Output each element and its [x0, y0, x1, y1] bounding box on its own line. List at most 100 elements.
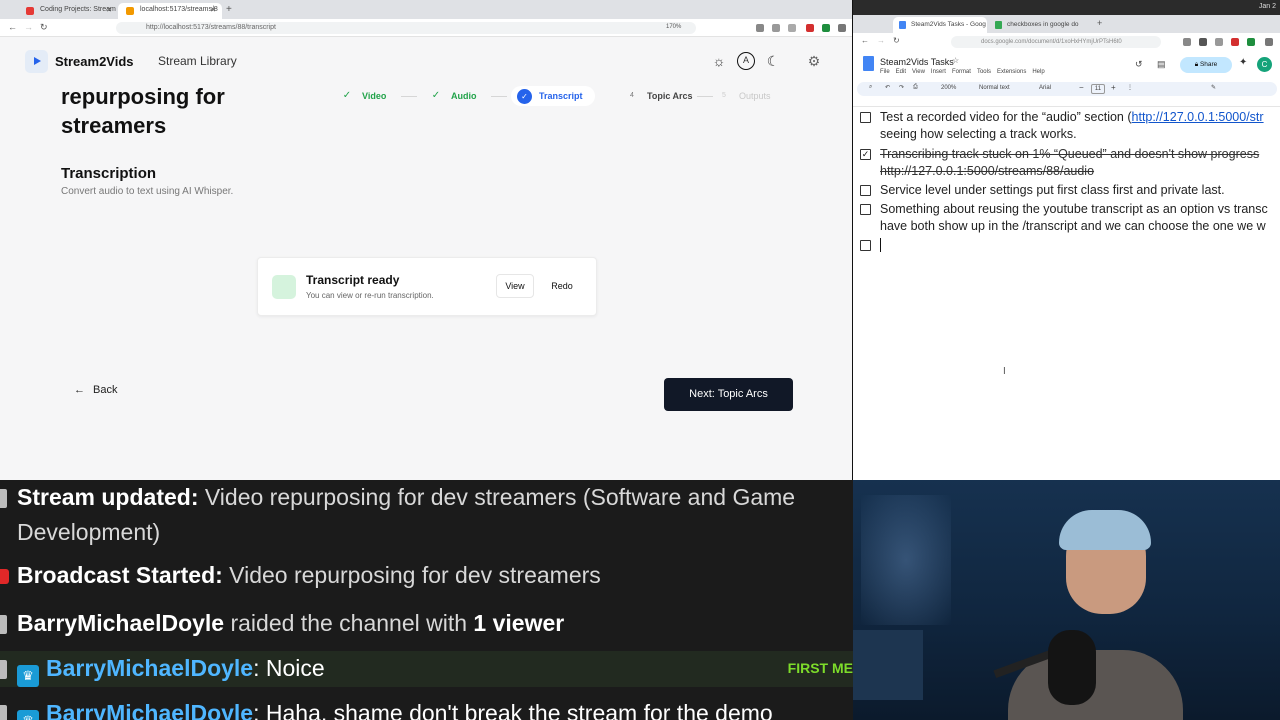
document-title[interactable]: Steam2Vids Tasks — [880, 57, 954, 67]
increase-size-icon[interactable]: + — [1111, 83, 1116, 92]
light-theme-icon[interactable]: ☼ — [710, 52, 728, 70]
back-label: Back — [93, 384, 118, 396]
twitch-icon — [0, 615, 7, 634]
item-link[interactable]: http://127.0.0.1:5000/str — [1132, 110, 1264, 124]
forward-arrow-icon[interactable]: → — [24, 22, 33, 32]
gemini-icon[interactable]: ✦ — [1239, 57, 1247, 68]
menu-file[interactable]: File — [880, 69, 890, 75]
url-field[interactable]: docs.google.com/document/d/1xoHxHYmjUrPT… — [951, 36, 1161, 48]
view-button[interactable]: View — [496, 274, 534, 298]
url-field[interactable]: http://localhost:5173/streams/88/transcr… — [116, 22, 696, 34]
brand-name[interactable]: Stream2Vids — [55, 54, 134, 69]
tab-search[interactable]: checkboxes in google do — [989, 17, 1087, 33]
chat-text: Development) — [17, 519, 161, 545]
step-transcript[interactable]: ✓ Transcript — [511, 86, 595, 106]
search-icon[interactable]: ⌕ — [869, 84, 872, 91]
docs-logo-icon[interactable] — [863, 56, 874, 71]
left-tab-strip: Coding Projects: Stream ✕ localhost:5173… — [0, 0, 852, 19]
redo-icon[interactable]: ↷ — [899, 84, 904, 91]
print-icon[interactable]: ⎙ — [913, 84, 918, 91]
webcam-feed — [853, 480, 1280, 720]
crown-badge-icon: ♛ — [17, 710, 39, 720]
item-text: seeing how selecting a track works. — [880, 127, 1077, 141]
extension-icon[interactable] — [1215, 38, 1223, 46]
avatar[interactable]: C — [1257, 57, 1272, 72]
checkbox[interactable] — [860, 240, 871, 251]
decrease-size-icon[interactable]: − — [1079, 83, 1084, 92]
font-size-input[interactable]: 11 — [1091, 84, 1105, 94]
comment-icon[interactable]: ▤ — [1157, 59, 1166, 70]
checkbox-checked[interactable]: ✓ — [860, 149, 871, 160]
item-text: Transcribing track stuck on 1% “Queued” … — [880, 147, 1260, 161]
extension-icon[interactable] — [788, 24, 796, 32]
download-icon[interactable] — [1183, 38, 1191, 46]
new-tab-icon[interactable]: + — [1097, 18, 1102, 28]
close-tab-icon[interactable]: ✕ — [210, 6, 216, 14]
item-text: Something about reusing the youtube tran… — [880, 202, 1268, 216]
extension-icon[interactable] — [822, 24, 830, 32]
tab-localhost[interactable]: localhost:5173/streams/8 ✕ — [118, 3, 222, 19]
undo-icon[interactable]: ↶ — [885, 84, 890, 91]
gear-icon[interactable]: ⚙ — [805, 52, 823, 70]
menu-icon[interactable] — [1265, 38, 1273, 46]
extension-icon[interactable] — [1247, 38, 1255, 46]
star-icon[interactable]: ☆ — [952, 56, 959, 65]
font-select[interactable]: Arial — [1039, 85, 1051, 91]
page-title-line: streamers — [61, 113, 167, 138]
checkbox[interactable] — [860, 112, 871, 123]
chat-username: BarryMichaelDoyle — [17, 610, 225, 636]
close-tab-icon[interactable]: ✕ — [106, 6, 112, 14]
checkbox[interactable] — [860, 204, 871, 215]
document-body[interactable]: Test a recorded video for the “audio” se… — [853, 108, 1280, 480]
tab-title: Steam2Vids Tasks - Goog — [911, 21, 986, 28]
twitch-icon — [0, 489, 7, 508]
step-number: 5 — [722, 92, 726, 99]
style-select[interactable]: Normal text — [979, 85, 1010, 91]
check-circle-icon: ✓ — [517, 89, 532, 104]
menu-insert[interactable]: Insert — [931, 69, 946, 75]
menu-icon[interactable] — [838, 24, 846, 32]
first-message-badge: FIRST ME — [787, 660, 853, 676]
auto-theme-icon[interactable]: A — [737, 52, 755, 70]
stream-library-link[interactable]: Stream Library — [158, 54, 237, 68]
history-icon[interactable]: ↺ — [1135, 59, 1143, 70]
zoom-level[interactable]: 170% — [666, 24, 681, 30]
share-button[interactable]: 🔒︎ Share — [1180, 57, 1232, 73]
extension-icon[interactable] — [806, 24, 814, 32]
menu-view[interactable]: View — [912, 69, 925, 75]
redo-button[interactable]: Redo — [544, 274, 580, 298]
new-tab-icon[interactable]: + — [226, 4, 232, 15]
step-audio[interactable]: ✓ Audio — [429, 86, 489, 106]
item-text: Service level under settings put first c… — [880, 183, 1225, 197]
dark-theme-icon[interactable]: ☾ — [764, 52, 782, 70]
menu-help[interactable]: Help — [1032, 69, 1044, 75]
back-arrow-icon[interactable]: ← — [8, 22, 17, 32]
reload-icon[interactable]: ↻ — [40, 22, 48, 33]
extension-icon[interactable] — [772, 24, 780, 32]
url-text: http://localhost:5173/streams/88/transcr… — [146, 24, 276, 31]
zoom-select[interactable]: 200% — [941, 85, 956, 91]
forward-arrow-icon[interactable]: → — [877, 36, 885, 45]
menu-edit[interactable]: Edit — [896, 69, 906, 75]
chat-line: Broadcast Started: Video repurposing for… — [0, 558, 853, 593]
next-topic-arcs-button[interactable]: Next: Topic Arcs — [664, 378, 793, 411]
reload-icon[interactable]: ↻ — [893, 36, 900, 45]
menu-tools[interactable]: Tools — [977, 69, 991, 75]
docs-toolbar: ⌕ ↶ ↷ ⎙ 200% Normal text Arial − 11 + ⋮ … — [857, 82, 1277, 96]
step-video[interactable]: ✓ Video — [340, 86, 400, 106]
extension-icon[interactable] — [1231, 38, 1239, 46]
url-text: docs.google.com/document/d/1xoHxHYmjUrPT… — [981, 39, 1122, 45]
menu-extensions[interactable]: Extensions — [997, 69, 1026, 75]
back-button[interactable]: ← Back — [74, 384, 117, 396]
download-icon[interactable] — [756, 24, 764, 32]
step-topic-arcs[interactable]: 4 Topic Arcs — [625, 86, 695, 106]
tab-docs[interactable]: Steam2Vids Tasks - Goog — [893, 17, 987, 33]
menu-format[interactable]: Format — [952, 69, 971, 75]
checkbox[interactable] — [860, 185, 871, 196]
extension-icon[interactable] — [1199, 38, 1207, 46]
back-arrow-icon[interactable]: ← — [861, 36, 869, 45]
step-divider — [697, 96, 713, 97]
tab-coding-projects[interactable]: Coding Projects: Stream ✕ — [18, 3, 118, 19]
more-icon[interactable]: ⋮ — [1127, 84, 1133, 91]
pencil-icon[interactable]: ✎ — [1211, 84, 1216, 91]
